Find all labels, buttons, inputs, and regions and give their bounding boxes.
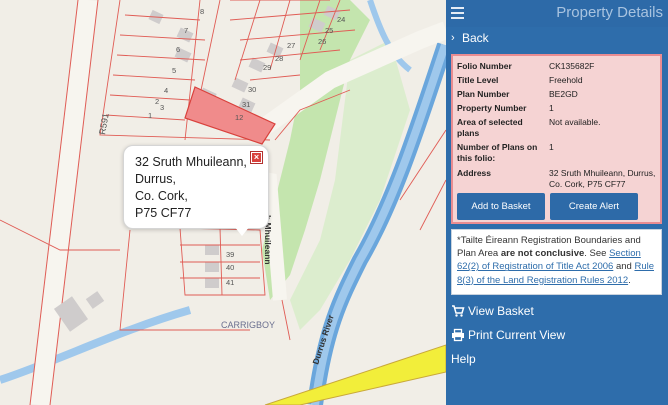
add-to-basket-button[interactable]: Add to Basket bbox=[457, 193, 545, 220]
popup-line: Durrus, bbox=[135, 172, 176, 186]
map-view[interactable]: 8 7 6 5 4 3 2 1 24 25 26 27 28 29 30 31 … bbox=[0, 0, 446, 405]
disclaimer-note: *Tailte Éireann Registration Boundaries … bbox=[451, 229, 662, 295]
detail-value: 32 Sruth Mhuileann, Durrus, Co. Cork, P7… bbox=[549, 168, 656, 189]
hamburger-icon[interactable] bbox=[451, 7, 464, 19]
detail-key: Area of selected plans bbox=[457, 117, 523, 138]
place-label-carrigboy: CARRIGBOY bbox=[221, 320, 275, 330]
popup-tail bbox=[234, 226, 250, 236]
view-basket-button[interactable]: View Basket bbox=[446, 300, 668, 324]
plot-number: 5 bbox=[172, 66, 176, 75]
plot-number: 6 bbox=[176, 45, 180, 54]
popup-line: P75 CF77 bbox=[135, 206, 192, 220]
popup-address: 32 Sruth Mhuileann, Durrus, Co. Cork, P7… bbox=[135, 154, 247, 222]
create-alert-button[interactable]: Create Alert bbox=[550, 193, 638, 220]
cart-icon bbox=[452, 305, 465, 317]
chevron-right-icon: › bbox=[451, 32, 455, 44]
print-icon bbox=[452, 328, 464, 342]
view-basket-label: View Basket bbox=[468, 304, 534, 318]
detail-value: Not available. bbox=[549, 117, 601, 127]
plot-number: 39 bbox=[226, 250, 234, 259]
plot-number: 40 bbox=[226, 263, 234, 272]
plot-number: 31 bbox=[242, 100, 250, 109]
property-details-panel: Folio Number CK135682F Title Level Freeh… bbox=[451, 54, 662, 224]
disclaimer-text: . See bbox=[584, 248, 610, 260]
disclaimer-text: . bbox=[628, 274, 631, 286]
detail-key: Title Level bbox=[457, 75, 499, 85]
plot-number: 29 bbox=[263, 63, 271, 72]
detail-value: 1 bbox=[549, 103, 554, 113]
detail-key: Plan Number bbox=[457, 89, 510, 99]
popup-close-icon[interactable]: × bbox=[250, 151, 263, 164]
popup-line: 32 Sruth Mhuileann, bbox=[135, 155, 247, 169]
print-view-label: Print Current View bbox=[468, 328, 566, 342]
detail-value: BE2GD bbox=[549, 89, 578, 99]
plot-number: 4 bbox=[164, 86, 168, 95]
plot-number: 41 bbox=[226, 278, 234, 287]
print-view-button[interactable]: Print Current View bbox=[446, 324, 668, 348]
back-button[interactable]: › Back bbox=[446, 27, 668, 51]
detail-key: Number of Plans on this folio: bbox=[457, 142, 538, 163]
plot-number: 12 bbox=[235, 113, 243, 122]
page-title: Property Details bbox=[556, 4, 663, 21]
address-popup: 32 Sruth Mhuileann, Durrus, Co. Cork, P7… bbox=[123, 145, 269, 236]
disclaimer-bold: are not conclusive bbox=[500, 248, 585, 260]
detail-key: Address bbox=[457, 168, 492, 178]
sidebar: Property Details › Back Folio Number CK1… bbox=[446, 0, 668, 405]
plot-number: 2 bbox=[155, 97, 159, 106]
plot-number: 1 bbox=[148, 111, 152, 120]
back-label: Back bbox=[462, 31, 489, 45]
plot-number: 8 bbox=[200, 7, 204, 16]
plot-number: 30 bbox=[248, 85, 256, 94]
detail-value: 1 bbox=[549, 142, 554, 152]
popup-line: Co. Cork, bbox=[135, 189, 188, 203]
plot-number: 7 bbox=[184, 26, 188, 35]
plot-number: 24 bbox=[337, 15, 345, 24]
sidebar-header: Property Details bbox=[446, 0, 668, 27]
plot-number: 25 bbox=[325, 26, 333, 35]
detail-value: Freehold bbox=[549, 75, 583, 85]
detail-key: Property Number bbox=[457, 103, 527, 113]
detail-value: CK135682F bbox=[549, 61, 595, 71]
help-label: Help bbox=[451, 352, 476, 366]
plot-number: 27 bbox=[287, 41, 295, 50]
help-button[interactable]: Help bbox=[446, 348, 668, 372]
detail-key: Folio Number bbox=[457, 61, 512, 71]
plot-number: 26 bbox=[318, 37, 326, 46]
disclaimer-text: and bbox=[613, 261, 635, 273]
plot-number: 28 bbox=[275, 54, 283, 63]
plot-number: 3 bbox=[160, 103, 164, 112]
